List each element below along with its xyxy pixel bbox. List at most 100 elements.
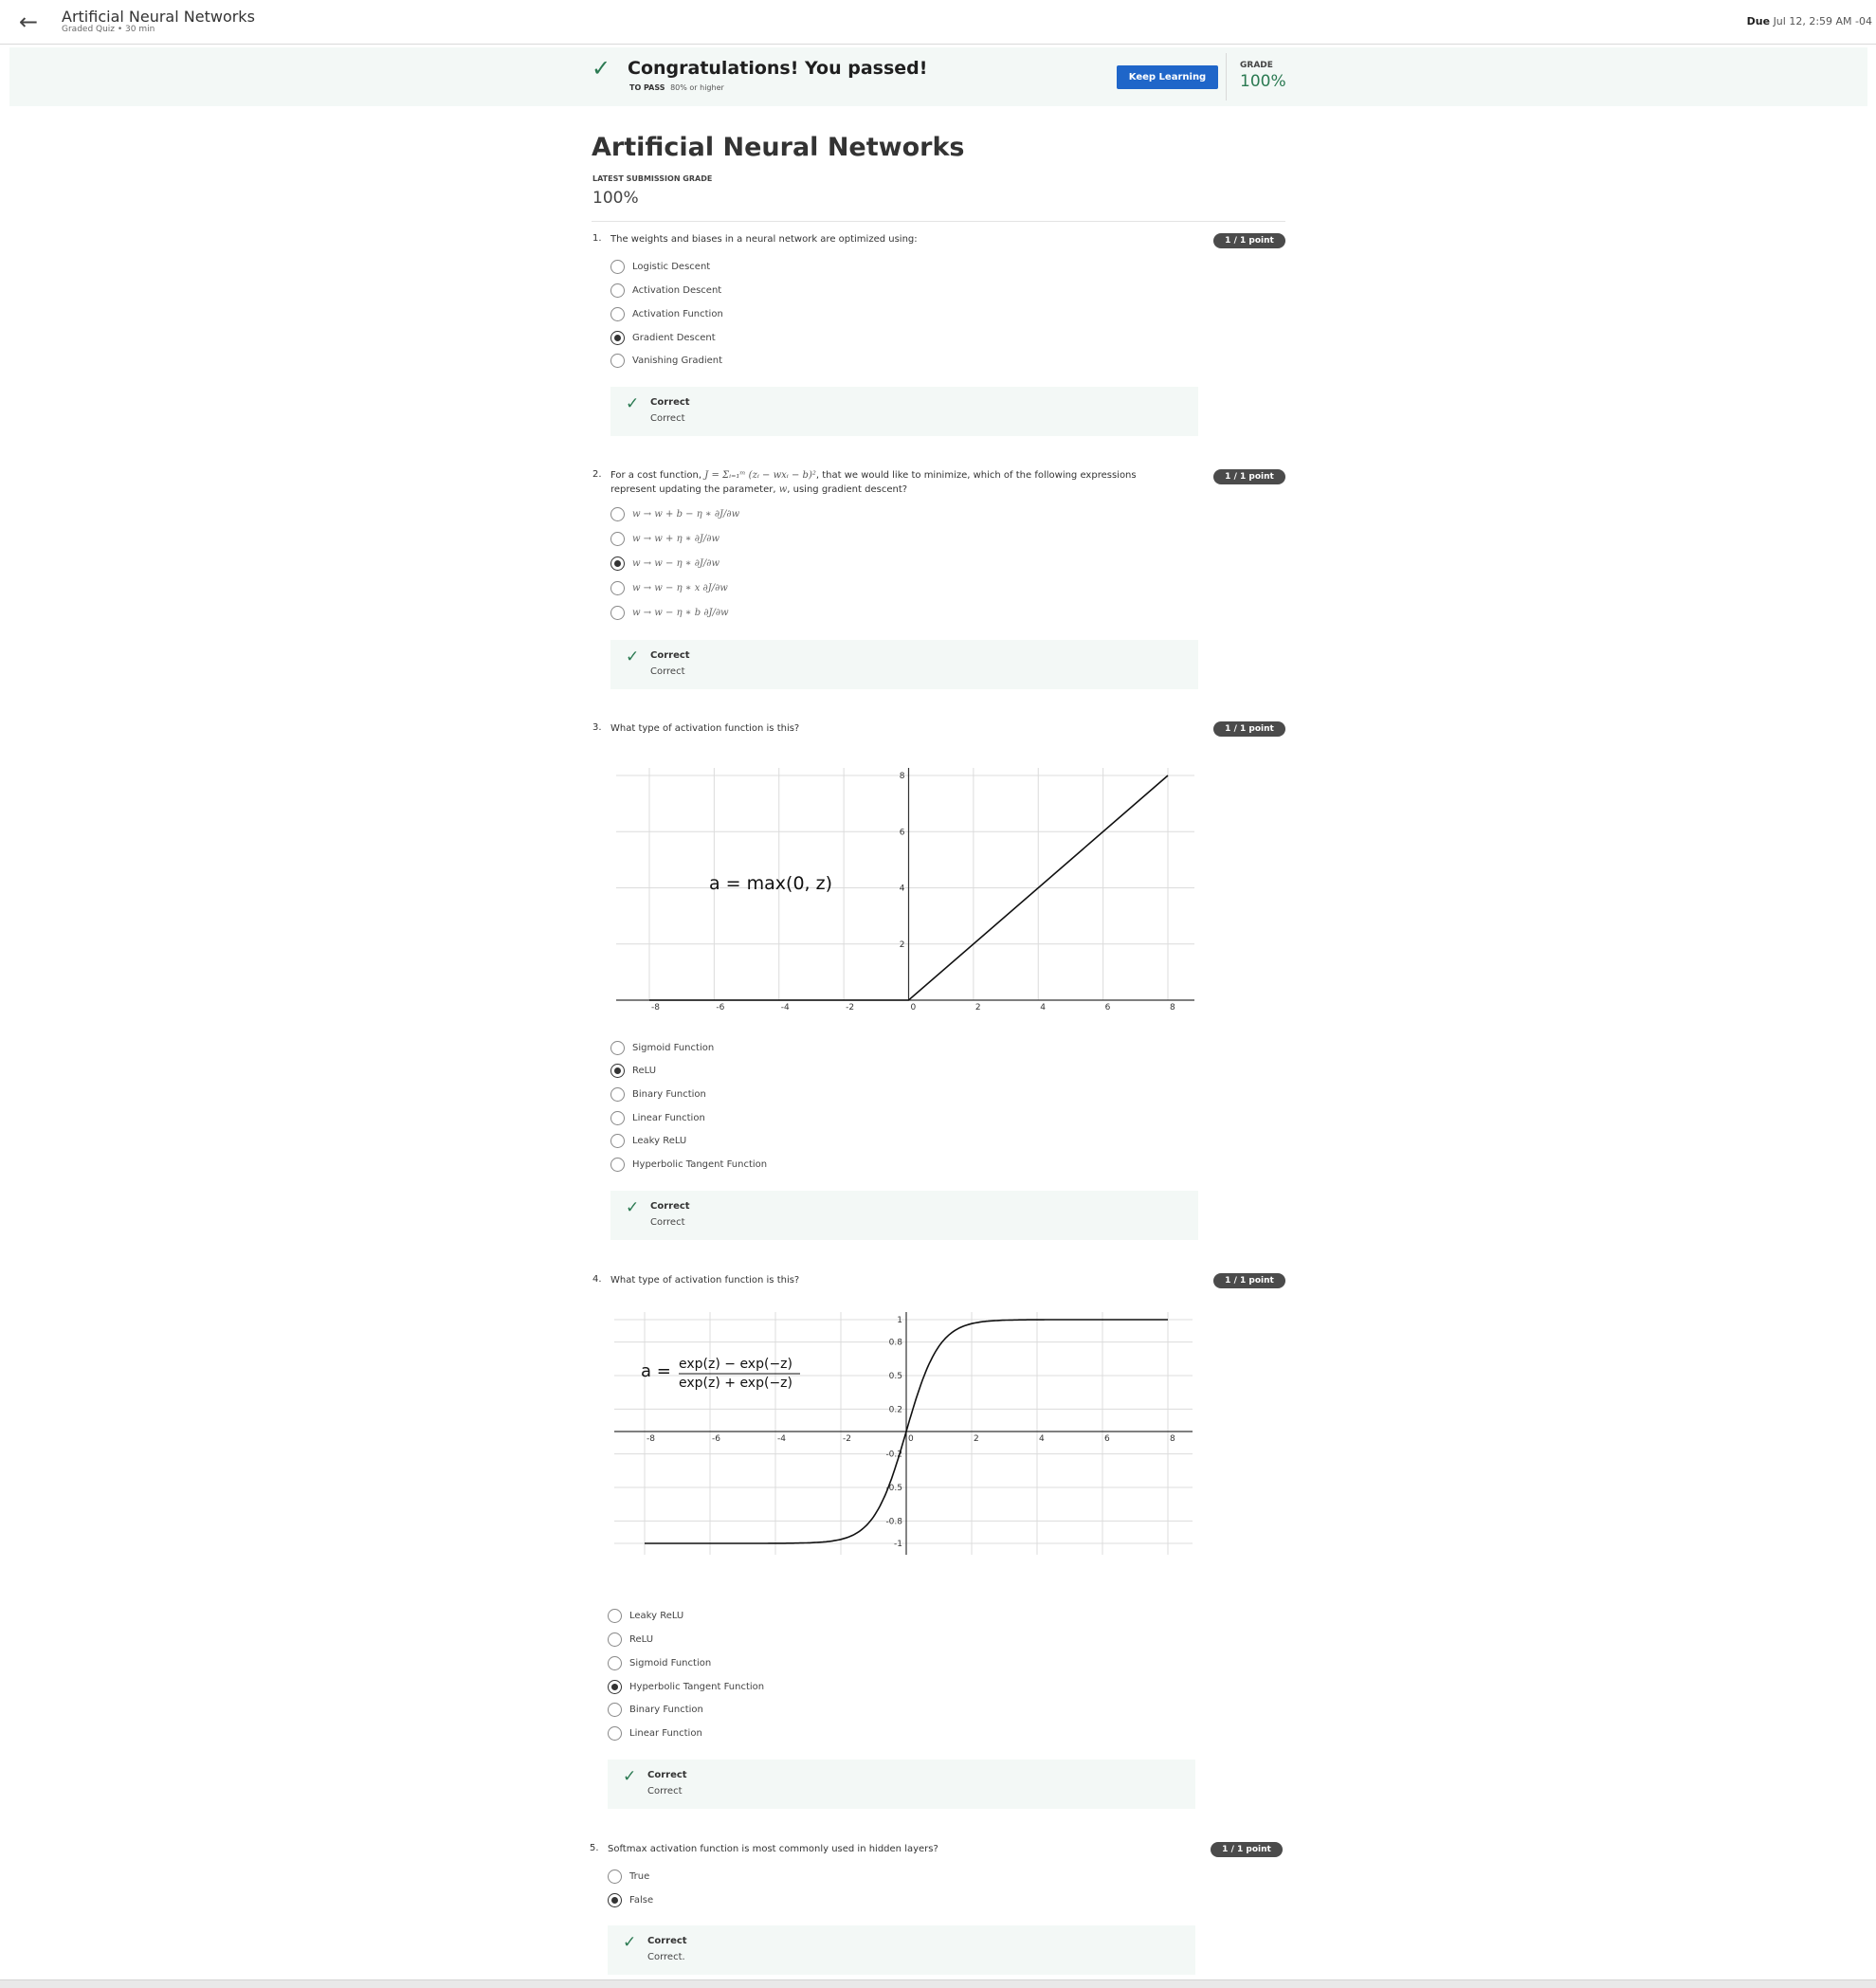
option-label: Binary Function [632, 1088, 706, 1100]
option-radio[interactable]: Linear Function [610, 1109, 705, 1126]
option-label: Linear Function [629, 1727, 702, 1739]
option-label: w → w + b − η ∗ ∂J/∂w [632, 508, 740, 520]
y-tick-label: 1 [897, 1316, 902, 1325]
option-radio[interactable]: ReLU [608, 1631, 653, 1648]
x-tick-label: -8 [647, 1434, 655, 1444]
tanh-chart: -8 -6 -4 -2 0 2 4 6 810.80.50.2-0.2-0.5-0.8-1a =… [614, 1312, 1193, 1555]
radio-button-selected[interactable] [608, 1892, 622, 1907]
back-arrow-icon[interactable]: ← [19, 9, 47, 34]
radio-button[interactable] [608, 1725, 622, 1741]
grade-value: 100% [1240, 72, 1286, 91]
option-radio[interactable]: Activation Descent [610, 282, 721, 299]
question-number: 1. [592, 233, 602, 244]
y-tick-label: 4 [900, 885, 905, 894]
question-text: The weights and biases in a neural netwo… [610, 234, 918, 245]
option-radio[interactable]: w → w − η ∗ b ∂J/∂w [610, 604, 729, 621]
x-tick-label: 4 [1039, 1434, 1045, 1444]
radio-button[interactable] [608, 1608, 622, 1623]
equation-annotation: a = max(0, z) [709, 873, 832, 894]
keep-learning-button[interactable]: Keep Learning [1117, 65, 1218, 89]
radio-button[interactable] [610, 1157, 625, 1172]
check-icon: ✓ [626, 394, 640, 413]
option-radio[interactable]: w → w − η ∗ x ∂J/∂w [610, 579, 728, 596]
radio-button-selected[interactable] [608, 1679, 622, 1694]
option-label: Vanishing Gradient [632, 355, 723, 366]
equation-numerator: exp(z) − exp(−z) [679, 1357, 792, 1372]
radio-button[interactable] [610, 1040, 625, 1055]
points-badge: 1 / 1 point [1211, 1842, 1283, 1857]
option-label: Leaky ReLU [629, 1610, 684, 1621]
option-radio[interactable]: Binary Function [608, 1701, 703, 1718]
option-radio[interactable]: Vanishing Gradient [610, 352, 722, 369]
option-radio[interactable]: Sigmoid Function [608, 1654, 711, 1671]
feedback-text: Correct. [647, 1952, 685, 1962]
feedback-title: Correct [650, 397, 690, 408]
option-radio[interactable]: ReLU [610, 1062, 656, 1079]
option-radio[interactable]: Leaky ReLU [608, 1607, 683, 1624]
radio-button-selected[interactable] [610, 1063, 625, 1078]
option-radio[interactable]: w → w + η ∗ ∂J/∂w [610, 530, 719, 547]
x-tick-label: -6 [712, 1434, 720, 1444]
feedback-text: Correct [647, 1786, 683, 1796]
option-radio[interactable]: Activation Function [610, 305, 723, 322]
radio-button[interactable] [608, 1702, 622, 1717]
pass-banner: ✓ Congratulations! You passed! TO PASS 8… [9, 47, 1867, 106]
option-radio[interactable]: True [608, 1868, 649, 1885]
feedback-box: ✓ Correct Correct. [608, 1925, 1195, 1975]
radio-button-selected[interactable] [610, 330, 625, 345]
check-icon: ✓ [626, 1198, 640, 1217]
question-text: What type of activation function is this… [610, 1275, 800, 1286]
option-radio[interactable]: w → w − η ∗ ∂J/∂w [610, 555, 719, 572]
feedback-box: ✓ Correct Correct [610, 1191, 1198, 1240]
option-radio[interactable]: Hyperbolic Tangent Function [610, 1156, 767, 1173]
option-radio[interactable]: Hyperbolic Tangent Function [608, 1678, 764, 1695]
question-text-part: For a cost function, [610, 470, 705, 481]
option-label: Sigmoid Function [629, 1657, 712, 1669]
grade-label: GRADE [1240, 61, 1273, 70]
radio-button[interactable] [610, 259, 625, 274]
radio-button[interactable] [610, 605, 625, 620]
radio-button[interactable] [608, 1655, 622, 1670]
radio-button[interactable] [608, 1869, 622, 1884]
y-tick-label: -1 [894, 1540, 902, 1549]
radio-button[interactable] [608, 1632, 622, 1647]
y-tick-label: 0.5 [889, 1372, 902, 1381]
radio-button[interactable] [610, 283, 625, 298]
x-tick-label: 2 [975, 1003, 981, 1012]
option-radio[interactable]: Leaky ReLU [610, 1132, 686, 1149]
option-label: Linear Function [632, 1112, 705, 1123]
horizontal-scrollbar[interactable] [0, 1979, 1876, 1988]
option-radio[interactable]: Logistic Descent [610, 258, 710, 275]
feedback-title: Correct [650, 1201, 690, 1212]
pass-title: Congratulations! You passed! [628, 58, 928, 79]
radio-button[interactable] [610, 580, 625, 595]
radio-button[interactable] [610, 1086, 625, 1102]
question-text: What type of activation function is this… [610, 723, 800, 734]
due-date: Due Jul 12, 2:59 AM -04 [1747, 15, 1872, 27]
option-radio[interactable]: Sigmoid Function [610, 1039, 714, 1056]
x-tick-label: 2 [974, 1434, 979, 1444]
radio-button[interactable] [610, 531, 625, 546]
radio-button[interactable] [610, 306, 625, 321]
x-tick-label: -2 [846, 1003, 854, 1012]
radio-button[interactable] [610, 353, 625, 368]
option-label: True [629, 1870, 650, 1882]
x-tick-label: -8 [651, 1003, 660, 1012]
option-label: Activation Function [632, 308, 723, 319]
y-tick-label: 2 [900, 940, 905, 950]
question-text-part: represent updating the parameter, [610, 484, 779, 495]
option-radio[interactable]: Gradient Descent [610, 329, 716, 346]
radio-button[interactable] [610, 506, 625, 521]
y-tick-label: 6 [900, 828, 905, 837]
option-radio[interactable]: Binary Function [610, 1085, 706, 1103]
due-value: Jul 12, 2:59 AM -04 [1773, 15, 1872, 27]
y-tick-label: 0.2 [889, 1405, 902, 1414]
radio-button-selected[interactable] [610, 556, 625, 571]
option-label: ReLU [629, 1633, 654, 1645]
radio-button[interactable] [610, 1133, 625, 1148]
option-label: w → w − η ∗ ∂J/∂w [632, 557, 720, 569]
option-radio[interactable]: w → w + b − η ∗ ∂J/∂w [610, 505, 739, 522]
option-radio[interactable]: False [608, 1891, 653, 1908]
option-radio[interactable]: Linear Function [608, 1724, 702, 1742]
radio-button[interactable] [610, 1110, 625, 1125]
